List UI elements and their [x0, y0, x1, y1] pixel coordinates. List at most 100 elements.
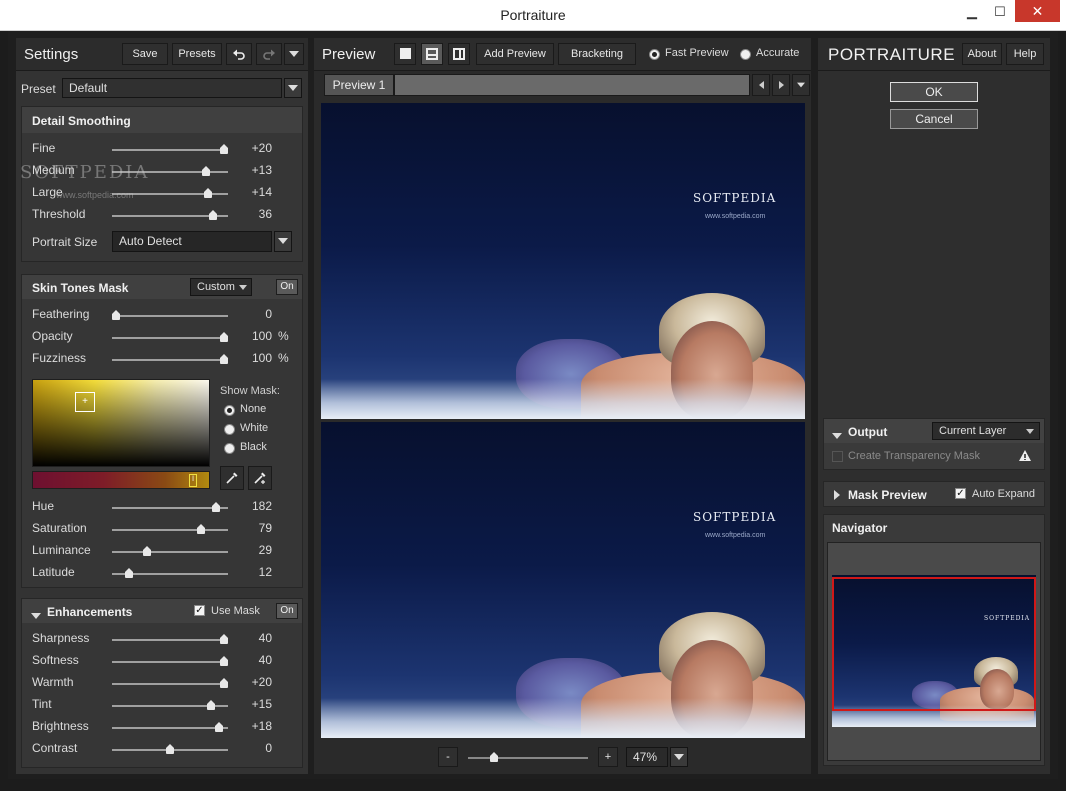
color-picker-crosshair[interactable]: + — [75, 392, 95, 412]
enhancements-on-button[interactable]: On — [276, 603, 298, 619]
skin-tones-section: Skin Tones Mask Custom On Feathering 0 Opa… — [21, 274, 303, 588]
collapse-triangle-icon[interactable] — [832, 428, 842, 442]
detail-slider-thumb[interactable] — [209, 210, 217, 220]
redo-button[interactable] — [256, 43, 282, 65]
enhancement-slider-thumb[interactable] — [207, 700, 215, 710]
zoom-out-button[interactable]: - — [438, 747, 458, 767]
fast-preview-radio[interactable] — [649, 49, 660, 60]
enhancement-value: +18 — [251, 719, 272, 733]
skin-color-slider[interactable] — [112, 568, 228, 578]
presets-button[interactable]: Presets — [172, 43, 222, 65]
enhancement-slider-thumb[interactable] — [215, 722, 223, 732]
hue-strip[interactable]: ǀ — [32, 471, 210, 489]
skin-slider[interactable] — [112, 354, 228, 364]
close-button[interactable]: ✕ — [1015, 0, 1060, 22]
detail-slider-thumb[interactable] — [204, 188, 212, 198]
preset-select[interactable]: Default — [62, 78, 282, 98]
transparency-mask-checkbox[interactable] — [832, 451, 843, 462]
detail-smoothing-title: Detail Smoothing — [32, 114, 131, 128]
skin-slider-thumb[interactable] — [220, 354, 228, 364]
skin-color-slider-thumb[interactable] — [197, 524, 205, 534]
help-button[interactable]: Help — [1006, 43, 1044, 65]
skin-color-value: 29 — [258, 543, 272, 557]
enhancement-slider[interactable] — [112, 656, 228, 666]
minimize-button[interactable]: ▁ — [958, 0, 986, 24]
eyedropper-button[interactable] — [220, 466, 244, 490]
skin-value: 0 — [265, 307, 272, 321]
enhancement-slider-thumb[interactable] — [220, 656, 228, 666]
skin-color-slider-thumb[interactable] — [212, 502, 220, 512]
skin-color-slider-thumb[interactable] — [125, 568, 133, 578]
preview-title: Preview — [322, 46, 376, 63]
mask-black-label: Black — [240, 441, 267, 453]
enhancement-slider-thumb[interactable] — [220, 634, 228, 644]
navigator-viewport-rect[interactable] — [832, 577, 1036, 711]
zoom-slider-thumb[interactable] — [490, 752, 498, 762]
cancel-button[interactable]: Cancel — [890, 109, 978, 129]
skin-slider-thumb[interactable] — [112, 310, 120, 320]
zoom-dropdown-button[interactable] — [670, 747, 688, 767]
enhancement-label: Sharpness — [32, 631, 90, 645]
image-url: www.softpedia.com — [705, 213, 766, 220]
enhancement-label: Warmth — [32, 675, 74, 689]
enhancement-slider[interactable] — [112, 700, 228, 710]
add-preview-button[interactable]: Add Preview — [476, 43, 554, 65]
tab-prev-button[interactable] — [752, 74, 770, 96]
enhancement-slider-thumb[interactable] — [166, 744, 174, 754]
split-vertical-button[interactable] — [448, 43, 470, 65]
collapse-triangle-icon[interactable] — [31, 608, 41, 622]
bracketing-button[interactable]: Bracketing — [558, 43, 636, 65]
tab-next-button[interactable] — [772, 74, 790, 96]
use-mask-checkbox[interactable]: ✓ — [194, 605, 205, 616]
split-horizontal-button[interactable] — [421, 43, 443, 65]
skin-color-label: Saturation — [32, 521, 87, 535]
skin-slider-thumb[interactable] — [220, 332, 228, 342]
zoom-in-button[interactable]: + — [598, 747, 618, 767]
zoom-slider[interactable] — [468, 752, 588, 762]
ok-button[interactable]: OK — [890, 82, 978, 102]
enhancement-slider[interactable] — [112, 722, 228, 732]
tab-preview-1[interactable]: Preview 1 — [324, 74, 394, 96]
mask-none-radio[interactable] — [224, 405, 235, 416]
preset-dropdown-button[interactable] — [284, 78, 302, 98]
skin-tones-title: Skin Tones Mask — [32, 281, 129, 295]
enhancement-slider[interactable] — [112, 678, 228, 688]
mask-black-radio[interactable] — [224, 443, 235, 454]
skin-color-slider[interactable] — [112, 546, 228, 556]
hue-strip-handle[interactable]: ǀ — [189, 474, 197, 487]
expand-triangle-icon[interactable] — [834, 489, 840, 503]
skin-slider[interactable] — [112, 310, 228, 320]
skin-color-slider-thumb[interactable] — [143, 546, 151, 556]
skin-color-slider[interactable] — [112, 524, 228, 534]
eyedropper-add-button[interactable] — [248, 466, 272, 490]
skin-mode-select[interactable]: Custom — [190, 278, 252, 296]
enhancement-slider-thumb[interactable] — [220, 678, 228, 688]
accurate-radio[interactable] — [740, 49, 751, 60]
output-select[interactable]: Current Layer — [932, 422, 1040, 440]
skin-slider[interactable] — [112, 332, 228, 342]
mask-white-radio[interactable] — [224, 424, 235, 435]
detail-slider[interactable] — [112, 144, 228, 154]
auto-expand-checkbox[interactable]: ✓ — [955, 488, 966, 499]
portrait-size-select[interactable]: Auto Detect — [112, 231, 272, 252]
zoom-value[interactable]: 47% — [626, 747, 668, 767]
maximize-button[interactable]: ☐ — [986, 0, 1014, 24]
preview-original-image[interactable]: SOFTPEDIA www.softpedia.com — [321, 103, 805, 419]
enhancement-slider[interactable] — [112, 744, 228, 754]
detail-slider-thumb[interactable] — [220, 144, 228, 154]
detail-slider[interactable] — [112, 210, 228, 220]
single-view-button[interactable] — [394, 43, 416, 65]
detail-slider-thumb[interactable] — [202, 166, 210, 176]
save-button[interactable]: Save — [122, 43, 168, 65]
tab-menu-button[interactable] — [792, 74, 810, 96]
about-button[interactable]: About — [962, 43, 1002, 65]
undo-button[interactable] — [226, 43, 252, 65]
skin-color-slider[interactable] — [112, 502, 228, 512]
undo-icon — [233, 49, 245, 60]
skin-on-button[interactable]: On — [276, 279, 298, 295]
enhancement-slider[interactable] — [112, 634, 228, 644]
preview-result-image[interactable]: SOFTPEDIA www.softpedia.com — [321, 422, 805, 738]
portrait-size-dropdown-button[interactable] — [274, 231, 292, 252]
color-picker-area[interactable]: + — [32, 379, 210, 467]
settings-menu-button[interactable] — [284, 43, 304, 65]
